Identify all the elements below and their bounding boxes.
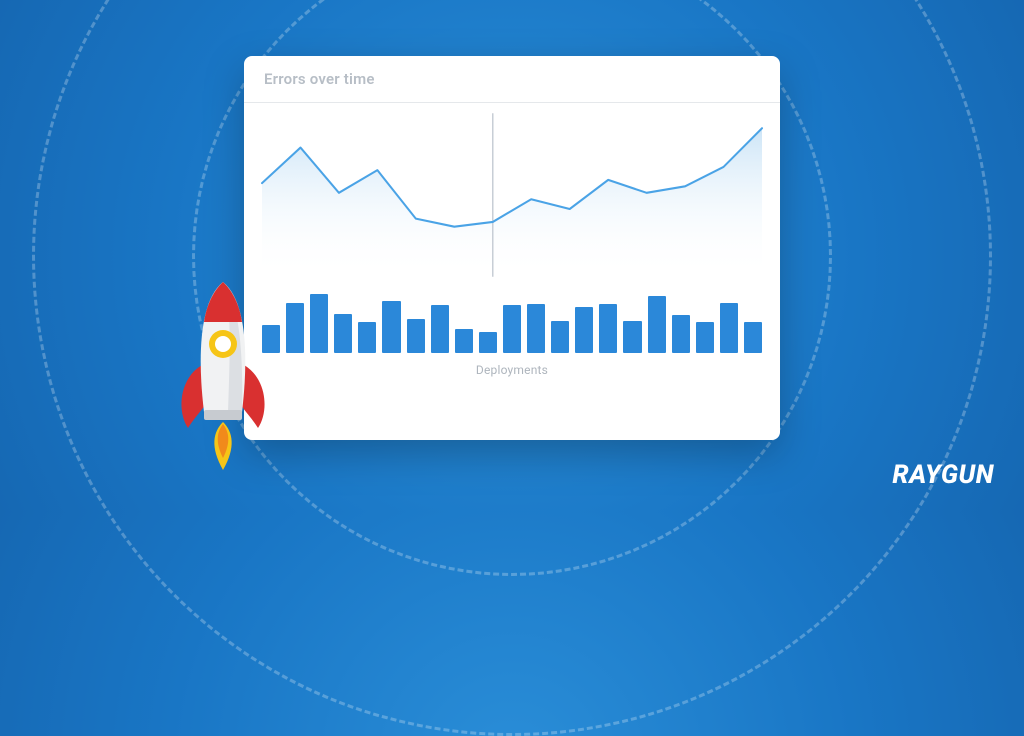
deployments-bar xyxy=(551,321,569,353)
deployments-bar xyxy=(407,319,425,353)
deployments-bar xyxy=(382,301,400,353)
deployments-bar xyxy=(527,304,545,353)
errors-line-chart xyxy=(244,103,780,283)
deployments-bar xyxy=(648,296,666,353)
errors-card: Errors over time Deployments xyxy=(244,56,780,440)
deployments-bar xyxy=(334,314,352,353)
deployments-bar xyxy=(575,307,593,353)
deployments-bar xyxy=(455,329,473,353)
deployments-bar xyxy=(744,322,762,353)
deployments-bar xyxy=(720,303,738,353)
deployments-bar xyxy=(623,321,641,353)
deployments-bar xyxy=(431,305,449,353)
deployments-bar xyxy=(310,294,328,354)
deployments-bar xyxy=(503,305,521,353)
card-title: Errors over time xyxy=(264,70,760,88)
deployments-bar xyxy=(286,303,304,353)
deployments-bar xyxy=(672,315,690,353)
deployments-bar xyxy=(358,322,376,353)
deployments-bar xyxy=(599,304,617,353)
deployments-bar-chart xyxy=(244,283,780,353)
brand-logo: RAYGUN xyxy=(892,460,994,490)
card-header: Errors over time xyxy=(244,56,780,103)
bars-axis-label: Deployments xyxy=(244,363,780,377)
deployments-bar xyxy=(696,322,714,353)
deployments-bar xyxy=(479,332,497,353)
rocket-icon xyxy=(158,272,288,472)
